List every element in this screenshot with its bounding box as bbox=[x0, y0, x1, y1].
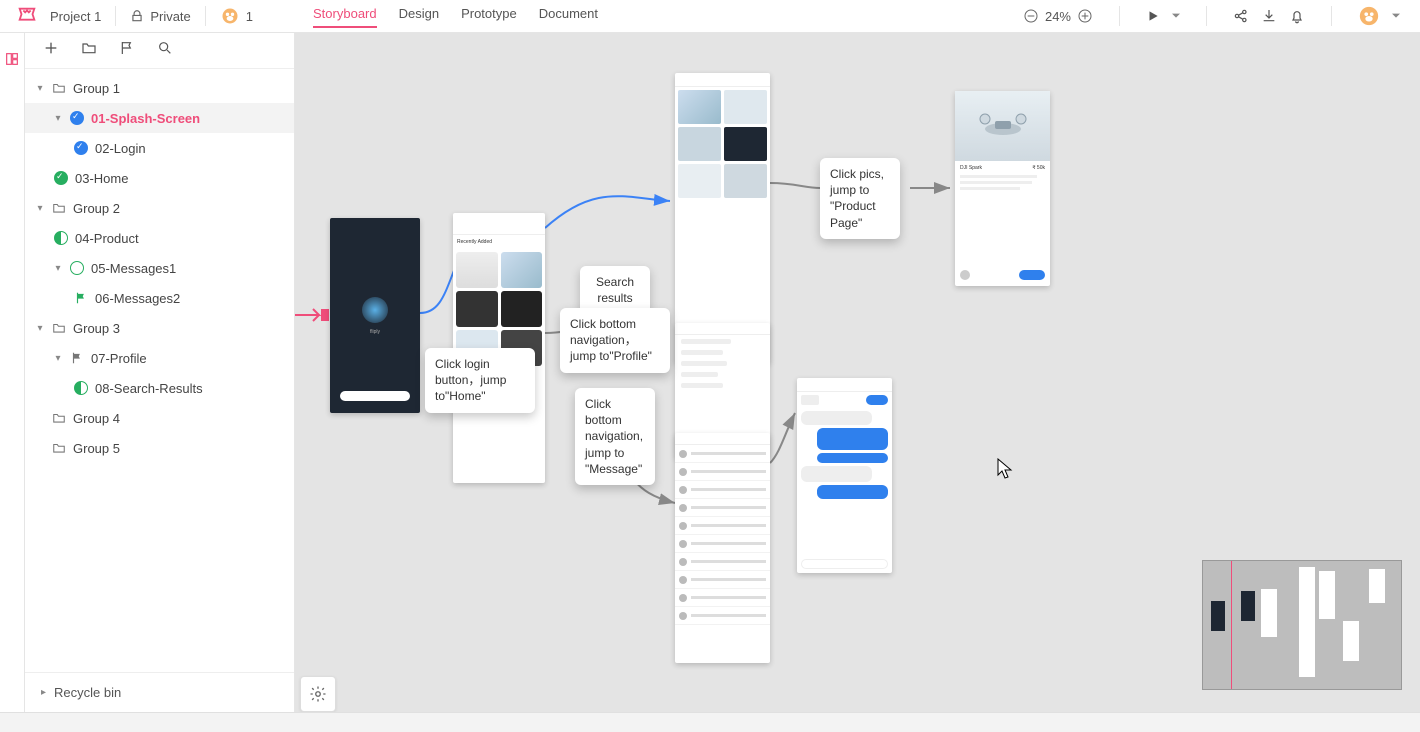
recycle-bin[interactable]: ▸ Recycle bin bbox=[25, 672, 294, 712]
play-button[interactable] bbox=[1146, 9, 1160, 23]
account-avatar[interactable] bbox=[1358, 5, 1380, 27]
tab-prototype[interactable]: Prototype bbox=[461, 6, 517, 27]
group-row[interactable]: ▾ Group 5 bbox=[25, 433, 294, 463]
add-folder-button[interactable] bbox=[81, 40, 97, 61]
status-bar bbox=[0, 712, 1420, 732]
flag-button[interactable] bbox=[119, 40, 135, 61]
page-row[interactable]: 02-Login bbox=[25, 133, 294, 163]
page-row[interactable]: ▾ 01-Splash-Screen bbox=[25, 103, 294, 133]
folder-icon bbox=[51, 440, 67, 456]
caret-down-icon: ▾ bbox=[53, 113, 63, 124]
artboard-product[interactable]: DJI Spark ₹ 50k bbox=[955, 91, 1050, 286]
download-icon[interactable] bbox=[1261, 8, 1277, 24]
group-row[interactable]: ▾ Group 3 bbox=[25, 313, 294, 343]
group-row[interactable]: ▾ Group 1 bbox=[25, 73, 294, 103]
page-row[interactable]: ▾ 05-Messages1 bbox=[25, 253, 294, 283]
tab-storyboard[interactable]: Storyboard bbox=[313, 6, 377, 27]
product-price: ₹ 50k bbox=[1032, 165, 1045, 171]
status-half-green-icon bbox=[53, 230, 69, 246]
bell-icon[interactable] bbox=[1289, 8, 1305, 24]
minimap[interactable] bbox=[1202, 560, 1402, 690]
lock-icon bbox=[130, 9, 144, 23]
flow-note[interactable]: Click pics, jump to "Product Page" bbox=[820, 158, 900, 239]
storyboard-canvas[interactable]: fliply Recently Added bbox=[295, 33, 1420, 712]
gear-icon bbox=[309, 685, 327, 703]
flag-green-icon bbox=[73, 290, 89, 306]
caret-down-icon: ▾ bbox=[35, 203, 45, 214]
add-page-button[interactable] bbox=[43, 40, 59, 61]
flow-note[interactable]: Click bottom navigation, jump to "Messag… bbox=[575, 388, 655, 485]
pages-sidebar: ▾ Group 1 ▾ 01-Splash-Screen 02-Login 03… bbox=[25, 33, 295, 712]
privacy-toggle[interactable]: Private bbox=[130, 9, 190, 24]
caret-down-icon: ▾ bbox=[35, 323, 45, 334]
page-row[interactable]: 06-Messages2 bbox=[25, 283, 294, 313]
collaborators[interactable]: 1 bbox=[220, 6, 253, 26]
flag-grey-icon bbox=[69, 350, 85, 366]
share-icon[interactable] bbox=[1233, 8, 1249, 24]
mode-tabs: Storyboard Design Prototype Document bbox=[313, 6, 598, 27]
caret-down-icon: ▾ bbox=[53, 263, 63, 274]
pages-panel-icon[interactable] bbox=[4, 51, 20, 72]
page-row[interactable]: 03-Home bbox=[25, 163, 294, 193]
zoom-control: 24% bbox=[1023, 8, 1093, 24]
status-hollow-green-icon bbox=[69, 260, 85, 276]
flow-note[interactable]: Click bottom navigation，jump to"Profile" bbox=[560, 308, 670, 373]
status-half-green-icon bbox=[73, 380, 89, 396]
tab-document[interactable]: Document bbox=[539, 6, 598, 27]
flow-note[interactable]: Click login button，jump to"Home" bbox=[425, 348, 535, 413]
page-tree: ▾ Group 1 ▾ 01-Splash-Screen 02-Login 03… bbox=[25, 69, 294, 672]
folder-icon bbox=[51, 80, 67, 96]
artboard-search-results[interactable] bbox=[675, 73, 770, 363]
artboard-splash[interactable]: fliply bbox=[330, 218, 420, 413]
page-row[interactable]: 08-Search-Results bbox=[25, 373, 294, 403]
project-name[interactable]: Project 1 bbox=[50, 9, 101, 24]
status-blue-check-icon bbox=[73, 140, 89, 156]
caret-down-icon: ▾ bbox=[53, 353, 63, 364]
canvas-settings-button[interactable] bbox=[300, 676, 336, 712]
search-button[interactable] bbox=[157, 40, 173, 61]
account-dropdown[interactable] bbox=[1392, 12, 1400, 20]
status-green-check-icon bbox=[53, 170, 69, 186]
group-row[interactable]: ▾ Group 2 bbox=[25, 193, 294, 223]
app-logo-icon[interactable] bbox=[16, 5, 38, 27]
play-dropdown[interactable] bbox=[1172, 12, 1180, 20]
folder-icon bbox=[51, 410, 67, 426]
status-blue-check-icon bbox=[69, 110, 85, 126]
product-title: DJI Spark bbox=[960, 165, 982, 171]
zoom-in-button[interactable] bbox=[1077, 8, 1093, 24]
zoom-out-button[interactable] bbox=[1023, 8, 1039, 24]
zoom-level: 24% bbox=[1045, 9, 1071, 24]
page-row[interactable]: 04-Product bbox=[25, 223, 294, 253]
folder-icon bbox=[51, 200, 67, 216]
tab-design[interactable]: Design bbox=[399, 6, 439, 27]
page-row[interactable]: ▾ 07-Profile bbox=[25, 343, 294, 373]
caret-down-icon: ▾ bbox=[35, 83, 45, 94]
caret-right-icon: ▸ bbox=[41, 687, 46, 698]
group-row[interactable]: ▾ Group 4 bbox=[25, 403, 294, 433]
artboard-messages-list[interactable] bbox=[675, 433, 770, 663]
folder-icon bbox=[51, 320, 67, 336]
monkey-avatar-icon bbox=[220, 6, 240, 26]
artboard-chat[interactable] bbox=[797, 378, 892, 573]
